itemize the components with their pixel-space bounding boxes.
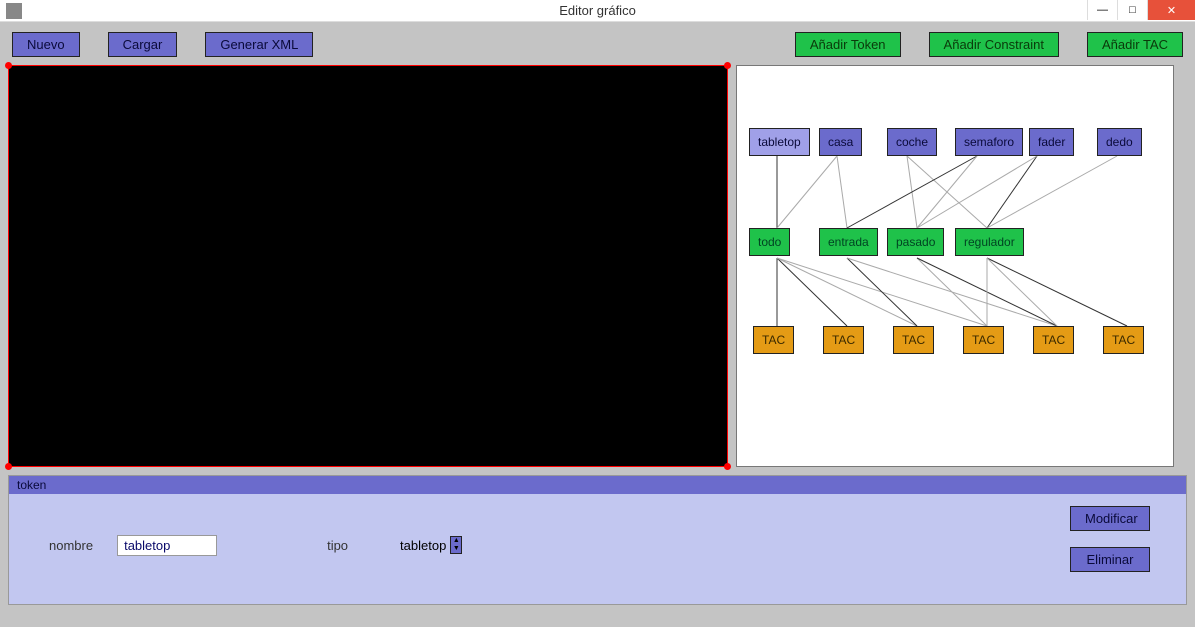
token-node[interactable]: dedo: [1097, 128, 1142, 156]
token-node[interactable]: tabletop: [749, 128, 810, 156]
token-node[interactable]: coche: [887, 128, 937, 156]
chevron-up-icon: ▲: [451, 537, 461, 545]
tac-node[interactable]: TAC: [823, 326, 864, 354]
cargar-button[interactable]: Cargar: [108, 32, 178, 57]
resize-handle-bl[interactable]: [5, 463, 12, 470]
token-node[interactable]: semaforo: [955, 128, 1023, 156]
modificar-button[interactable]: Modificar: [1070, 506, 1150, 531]
tac-node[interactable]: TAC: [893, 326, 934, 354]
titlebar: Editor gráfico — □ ✕: [0, 0, 1195, 22]
canvas[interactable]: [8, 65, 728, 467]
constraint-node[interactable]: entrada: [819, 228, 878, 256]
node-label: TAC: [1042, 333, 1065, 347]
tipo-stepper[interactable]: ▲ ▼: [450, 536, 462, 554]
tac-node[interactable]: TAC: [753, 326, 794, 354]
constraint-node[interactable]: todo: [749, 228, 790, 256]
toolbar: Nuevo Cargar Generar XML Añadir Token Añ…: [8, 26, 1187, 65]
add-token-button[interactable]: Añadir Token: [795, 32, 901, 57]
nombre-label: nombre: [49, 538, 93, 553]
panel-header: token: [9, 476, 1186, 494]
node-label: coche: [896, 135, 928, 149]
generar-xml-button[interactable]: Generar XML: [205, 32, 313, 57]
add-tac-button[interactable]: Añadir TAC: [1087, 32, 1183, 57]
app-body: Nuevo Cargar Generar XML Añadir Token Añ…: [0, 22, 1195, 627]
node-label: casa: [828, 135, 853, 149]
nuevo-button[interactable]: Nuevo: [12, 32, 80, 57]
node-label: pasado: [896, 235, 935, 249]
resize-handle-br[interactable]: [724, 463, 731, 470]
constraint-node[interactable]: pasado: [887, 228, 944, 256]
node-label: fader: [1038, 135, 1065, 149]
node-label: tabletop: [758, 135, 801, 149]
tipo-label: tipo: [327, 538, 348, 553]
constraint-node[interactable]: regulador: [955, 228, 1024, 256]
node-label: entrada: [828, 235, 869, 249]
node-label: TAC: [762, 333, 785, 347]
tipo-value: tabletop: [400, 538, 446, 553]
resize-handle-tl[interactable]: [5, 62, 12, 69]
tac-node[interactable]: TAC: [1103, 326, 1144, 354]
node-label: regulador: [964, 235, 1015, 249]
node-label: TAC: [902, 333, 925, 347]
add-constraint-button[interactable]: Añadir Constraint: [929, 32, 1059, 57]
node-label: TAC: [1112, 333, 1135, 347]
tac-node[interactable]: TAC: [963, 326, 1004, 354]
close-button[interactable]: ✕: [1147, 0, 1195, 20]
app-icon: [6, 3, 22, 19]
property-panel: token nombre tipo tabletop ▲ ▼ Modificar…: [8, 475, 1187, 605]
resize-handle-tr[interactable]: [724, 62, 731, 69]
minimize-button[interactable]: —: [1087, 0, 1117, 20]
chevron-down-icon: ▼: [451, 545, 461, 553]
nombre-input[interactable]: [117, 535, 217, 556]
node-label: TAC: [832, 333, 855, 347]
maximize-button[interactable]: □: [1117, 0, 1147, 20]
graph-panel[interactable]: tabletop casa coche semaforo fader dedo …: [736, 65, 1174, 467]
eliminar-button[interactable]: Eliminar: [1070, 547, 1150, 572]
node-label: dedo: [1106, 135, 1133, 149]
node-label: todo: [758, 235, 781, 249]
window-title: Editor gráfico: [559, 3, 636, 18]
node-label: semaforo: [964, 135, 1014, 149]
token-node[interactable]: fader: [1029, 128, 1074, 156]
tac-node[interactable]: TAC: [1033, 326, 1074, 354]
token-node[interactable]: casa: [819, 128, 862, 156]
node-label: TAC: [972, 333, 995, 347]
